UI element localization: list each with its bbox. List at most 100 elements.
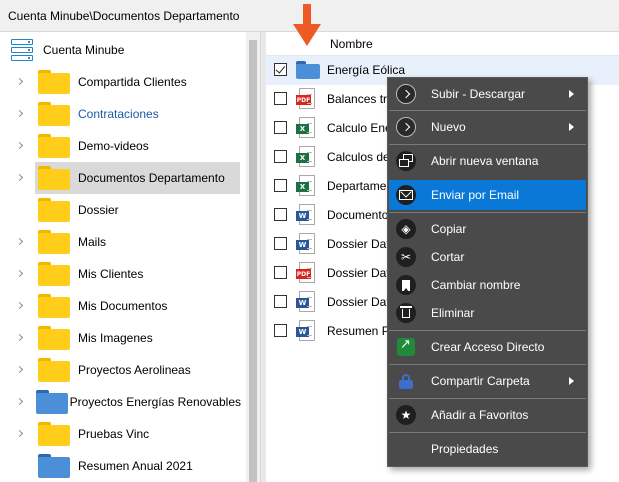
row-checkbox[interactable] (274, 237, 287, 250)
submenu-arrow-icon (569, 90, 574, 98)
row-checkbox[interactable] (274, 121, 287, 134)
tree-scrollbar[interactable] (246, 32, 260, 482)
row-name: Balances trá (327, 92, 394, 106)
tree-item-label: Documentos Departamento (78, 171, 225, 185)
menu-item-eliminar[interactable]: Eliminar (389, 298, 586, 328)
tree-item-contrataciones[interactable]: Contrataciones (16, 98, 241, 130)
menu-item-label: Cambiar nombre (431, 278, 521, 292)
tree-item-label: Contrataciones (78, 107, 159, 121)
tree-item-mis-clientes[interactable]: Mis Clientes (16, 258, 241, 290)
chevron-right-icon[interactable] (16, 77, 26, 87)
tree-root-label: Cuenta Minube (43, 43, 125, 57)
row-name: Dossier Data (327, 295, 397, 309)
pdf-file-icon: PDF (296, 262, 318, 284)
envelope-icon (396, 185, 416, 205)
tree-item-label: Mis Imagenes (78, 331, 153, 345)
scissors-icon: ✂ (396, 247, 416, 267)
tree-item-dossier[interactable]: Dossier (16, 194, 241, 226)
tree-item-proyectos-energias-renovables[interactable]: Proyectos Energías Renovables (16, 386, 241, 418)
menu-item-label: Enviar por Email (431, 188, 520, 202)
row-name: Dossier Data (327, 266, 397, 280)
tree-item-documentos-departamento[interactable]: Documentos Departamento (16, 162, 241, 194)
menu-item-copiar[interactable]: ◈ Copiar (389, 214, 586, 244)
word-file-icon: W (296, 291, 318, 313)
menu-separator (389, 212, 586, 213)
menu-separator (389, 364, 586, 365)
excel-file-icon: X (296, 146, 318, 168)
row-checkbox[interactable] (274, 295, 287, 308)
menu-item-label: Añadir a Favoritos (431, 408, 529, 422)
menu-item-abrir-nueva-ventana[interactable]: Abrir nueva ventana (389, 146, 586, 176)
row-name: Calculo Ene (327, 121, 392, 135)
chevron-right-icon[interactable] (16, 397, 24, 407)
column-header-name[interactable]: Nombre (330, 37, 373, 51)
folder-tree: Cuenta Minube Compartida Clientes Contra… (0, 32, 246, 482)
menu-item-cortar[interactable]: ✂ Cortar (389, 242, 586, 272)
tree-item-label: Pruebas Vinc (78, 427, 150, 441)
row-checkbox[interactable] (274, 266, 287, 279)
word-file-icon: W (296, 204, 318, 226)
tree-item-label: Proyectos Aerolineas (78, 363, 191, 377)
tree-item-mis-documentos[interactable]: Mis Documentos (16, 290, 241, 322)
menu-item-anadir-a-favoritos[interactable]: ★ Añadir a Favoritos (389, 400, 586, 430)
shortcut-icon (396, 337, 416, 357)
menu-item-label: Copiar (431, 222, 467, 236)
folder-icon (38, 422, 70, 446)
row-checkbox[interactable] (274, 324, 287, 337)
shared-folder-icon (38, 454, 70, 478)
chevron-right-icon[interactable] (16, 141, 26, 151)
menu-item-enviar-por-email[interactable]: Enviar por Email (389, 180, 586, 210)
chevron-right-icon[interactable] (16, 301, 26, 311)
chevron-right-icon[interactable] (16, 429, 26, 439)
pdf-file-icon: PDF (296, 88, 318, 110)
menu-item-subir-descargar[interactable]: Subir - Descargar (389, 79, 586, 109)
chevron-circle-icon (396, 117, 416, 137)
tree-item-mis-imagenes[interactable]: Mis Imagenes (16, 322, 241, 354)
menu-item-propiedades[interactable]: Propiedades (389, 434, 586, 464)
excel-file-icon: X (296, 175, 318, 197)
menu-item-crear-acceso-directo[interactable]: Crear Acceso Directo (389, 332, 586, 362)
tree-item-label: Mails (78, 235, 107, 249)
tree-item-mails[interactable]: Mails (16, 226, 241, 258)
row-checkbox[interactable] (274, 208, 287, 221)
tree-item-proyectos-aerolineas[interactable]: Proyectos Aerolineas (16, 354, 241, 386)
tree-item-pruebas-vinc[interactable]: Pruebas Vinc (16, 418, 241, 450)
tree-item-label: Dossier (78, 203, 119, 217)
tree-item-demo-videos[interactable]: Demo-videos (16, 130, 241, 162)
row-checkbox[interactable] (274, 179, 287, 192)
chevron-right-icon[interactable] (16, 333, 26, 343)
chevron-right-icon[interactable] (16, 173, 26, 183)
tree-item-label: Proyectos Energías Renovables (69, 395, 241, 409)
tree-item-resumen-anual-2021[interactable]: Resumen Anual 2021 (16, 450, 241, 482)
scrollbar-thumb[interactable] (249, 40, 257, 482)
row-checkbox[interactable] (274, 150, 287, 163)
menu-item-nuevo[interactable]: Nuevo (389, 112, 586, 142)
menu-item-cambiar-nombre[interactable]: Cambiar nombre (389, 270, 586, 300)
folder-icon (38, 230, 70, 254)
folder-icon (38, 294, 70, 318)
menu-separator (389, 398, 586, 399)
chevron-right-icon[interactable] (16, 269, 26, 279)
tree-root[interactable]: Cuenta Minube (10, 38, 124, 62)
folder-icon (38, 70, 70, 94)
chevron-right-icon[interactable] (16, 365, 26, 375)
folder-icon (38, 326, 70, 350)
menu-separator (389, 110, 586, 111)
row-checkbox[interactable] (274, 92, 287, 105)
chevron-right-icon[interactable] (16, 237, 26, 247)
chevron-circle-icon (396, 84, 416, 104)
row-name: Calculos de (327, 150, 390, 164)
menu-item-compartir-carpeta[interactable]: Compartir Carpeta (389, 366, 586, 396)
menu-item-label: Subir - Descargar (431, 87, 526, 101)
menu-item-label: Crear Acceso Directo (431, 340, 545, 354)
submenu-arrow-icon (569, 377, 574, 385)
menu-item-label: Propiedades (431, 442, 499, 456)
menu-separator (389, 144, 586, 145)
folder-icon (296, 59, 320, 81)
tree-item-compartida-clientes[interactable]: Compartida Clientes (16, 66, 241, 98)
arrow-down-icon (293, 4, 321, 48)
word-file-icon: W (296, 233, 318, 255)
row-checkbox[interactable] (274, 63, 287, 76)
chevron-right-icon[interactable] (16, 109, 26, 119)
tree-item-label: Compartida Clientes (78, 75, 187, 89)
